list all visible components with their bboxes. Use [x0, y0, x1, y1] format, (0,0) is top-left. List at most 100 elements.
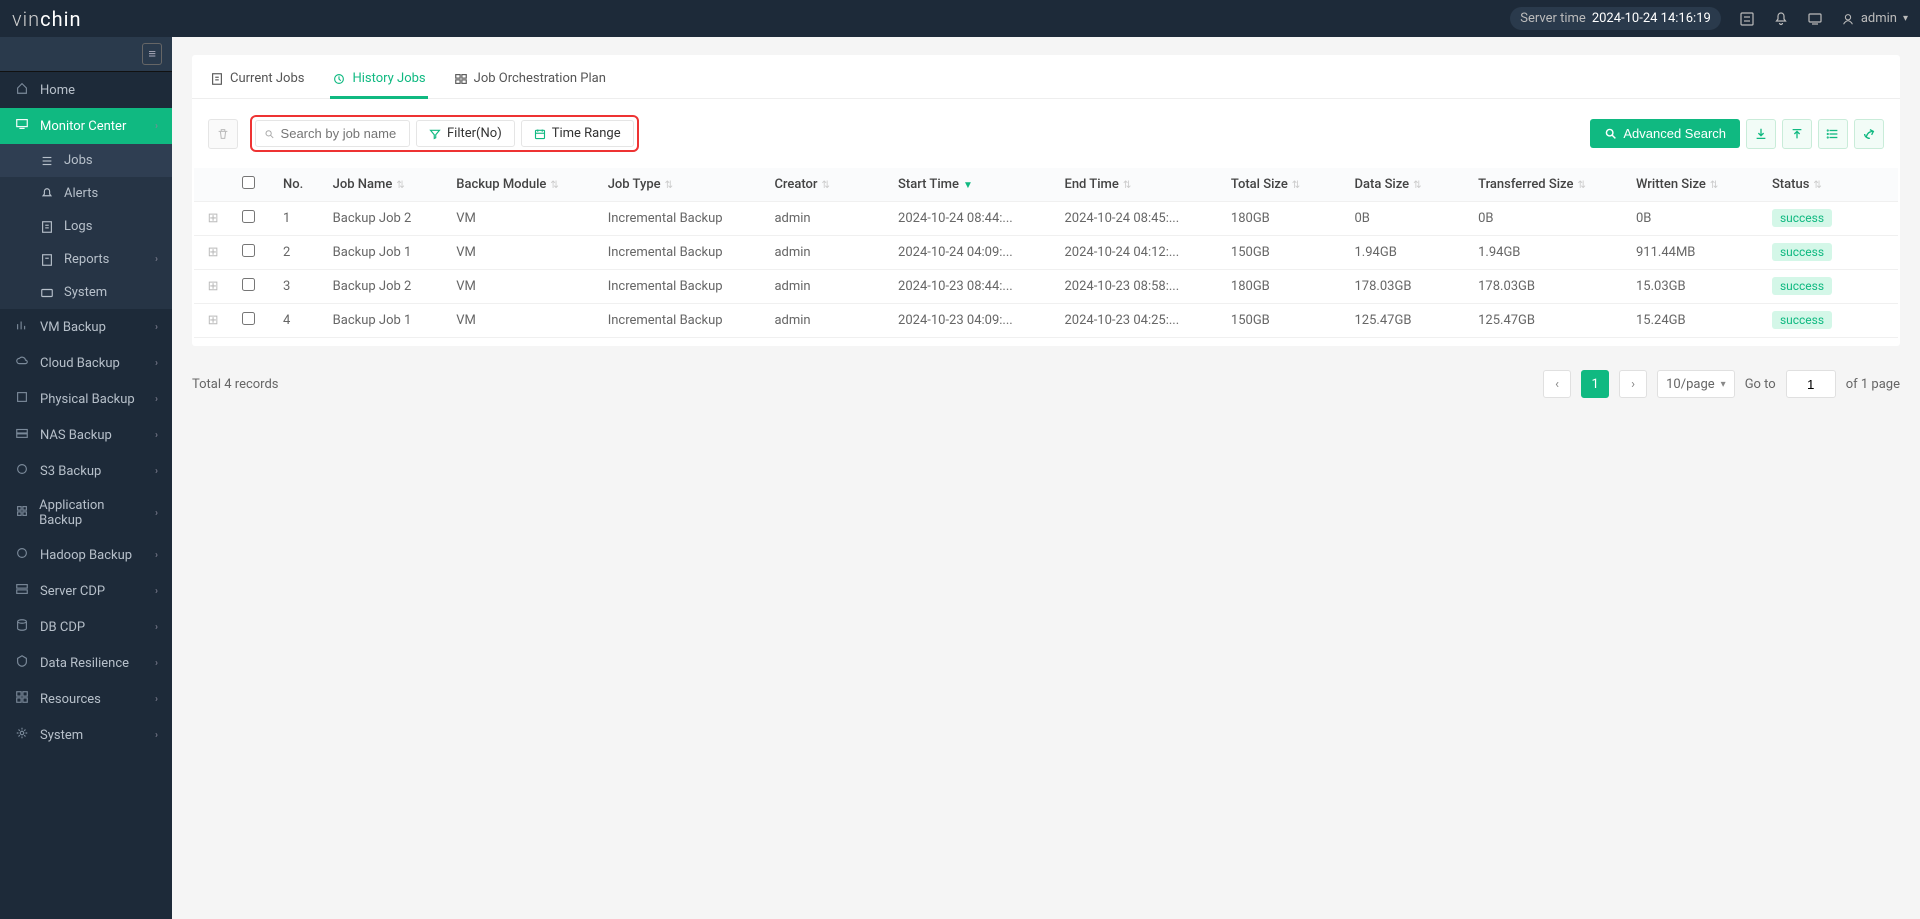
- header-end-time[interactable]: End Time⇅: [1054, 168, 1220, 202]
- collapse-button[interactable]: [1782, 119, 1812, 149]
- select-all-checkbox[interactable]: [242, 176, 255, 189]
- cell-start-time: 2024-10-23 08:44:...: [888, 270, 1054, 304]
- sidebar-item-application-backup[interactable]: Application Backup›: [0, 489, 172, 537]
- cell-total-size: 180GB: [1221, 270, 1345, 304]
- main-content: Current Jobs History Jobs Job Orchestratio…: [172, 37, 1920, 919]
- filter-label: Filter(No): [447, 126, 502, 141]
- collapse-icon: [1790, 127, 1804, 141]
- cell-start-time: 2024-10-24 08:44:...: [888, 202, 1054, 236]
- list-icon: [40, 154, 54, 168]
- user-menu[interactable]: admin ▾: [1841, 11, 1908, 26]
- sidebar-item-monitor-center[interactable]: Monitor Center›: [0, 108, 172, 144]
- cell-status: success: [1762, 304, 1898, 338]
- chevron-icon: ›: [155, 694, 158, 705]
- sidebar-item-reports[interactable]: Reports ›: [0, 243, 172, 276]
- trash-icon: [216, 127, 230, 141]
- cell-backup-module: VM: [446, 304, 597, 338]
- search-input[interactable]: [281, 126, 401, 141]
- screen-icon[interactable]: [1807, 11, 1823, 27]
- sidebar-item-label: Server CDP: [40, 584, 105, 599]
- cell-written-size: 0B: [1626, 202, 1762, 236]
- cell-transferred-size: 0B: [1468, 202, 1626, 236]
- row-checkbox[interactable]: [242, 210, 255, 223]
- download-button[interactable]: [1746, 119, 1776, 149]
- row-checkbox[interactable]: [242, 278, 255, 291]
- header-data-size[interactable]: Data Size⇅: [1345, 168, 1469, 202]
- tab-history-jobs[interactable]: History Jobs: [330, 67, 427, 98]
- sidebar-item-physical-backup[interactable]: Physical Backup›: [0, 381, 172, 417]
- table-row: ⊞ 1 Backup Job 2 VM Incremental Backup a…: [194, 202, 1898, 236]
- sidebar-item-label: VM Backup: [40, 320, 106, 335]
- sidebar-item-cloud-backup[interactable]: Cloud Backup›: [0, 345, 172, 381]
- header-job-type[interactable]: Job Type⇅: [598, 168, 765, 202]
- sidebar-item-data-resilience[interactable]: Data Resilience›: [0, 645, 172, 681]
- sort-icon: ⇅: [1710, 180, 1718, 191]
- header-written-size[interactable]: Written Size⇅: [1626, 168, 1762, 202]
- prev-page-button[interactable]: ‹: [1543, 370, 1571, 398]
- header-status[interactable]: Status⇅: [1762, 168, 1898, 202]
- table-row: ⊞ 3 Backup Job 2 VM Incremental Backup a…: [194, 270, 1898, 304]
- sidebar-item-home[interactable]: Home: [0, 72, 172, 108]
- sort-icon: ⇅: [396, 180, 404, 191]
- export-button[interactable]: [1854, 119, 1884, 149]
- tab-current-jobs[interactable]: Current Jobs: [208, 67, 306, 98]
- app-icon: [14, 504, 29, 522]
- expand-button[interactable]: ⊞: [194, 202, 232, 236]
- page-1-button[interactable]: 1: [1581, 370, 1609, 398]
- resilience-icon: [14, 654, 30, 672]
- sidebar-item-logs[interactable]: Logs: [0, 210, 172, 243]
- sidebar-item-label: DB CDP: [40, 620, 85, 635]
- sidebar-item-vm-backup[interactable]: VM Backup›: [0, 309, 172, 345]
- header-job-name[interactable]: Job Name⇅: [323, 168, 447, 202]
- sidebar-item-jobs[interactable]: Jobs: [0, 144, 172, 177]
- cell-job-name: Backup Job 2: [323, 202, 447, 236]
- sidebar-item-db-cdp[interactable]: DB CDP›: [0, 609, 172, 645]
- delete-button[interactable]: [208, 119, 238, 149]
- bell-icon[interactable]: [1773, 11, 1789, 27]
- page-size-select[interactable]: 10/page ▾: [1657, 370, 1735, 398]
- sort-icon: ⇅: [1413, 180, 1421, 191]
- tab-job-orchestration-plan[interactable]: Job Orchestration Plan: [452, 67, 608, 98]
- row-checkbox[interactable]: [242, 312, 255, 325]
- header-backup-module[interactable]: Backup Module⇅: [446, 168, 597, 202]
- advanced-search-label: Advanced Search: [1623, 126, 1726, 141]
- sidebar-item-hadoop-backup[interactable]: Hadoop Backup›: [0, 537, 172, 573]
- sidebar-item-label: Monitor Center: [40, 119, 126, 134]
- header-creator[interactable]: Creator⇅: [764, 168, 888, 202]
- filter-button[interactable]: Filter(No): [416, 120, 515, 147]
- expand-button[interactable]: ⊞: [194, 270, 232, 304]
- sidebar-item-s3-backup[interactable]: S3 Backup›: [0, 453, 172, 489]
- sidebar-item-alerts[interactable]: Alerts: [0, 177, 172, 210]
- list-icon[interactable]: [1739, 11, 1755, 27]
- sidebar-item-label: Reports: [64, 252, 109, 267]
- sidebar-item-label: Resources: [40, 692, 101, 707]
- expand-button[interactable]: ⊞: [194, 236, 232, 270]
- sidebar-item-nas-backup[interactable]: NAS Backup›: [0, 417, 172, 453]
- cell-no: 2: [273, 236, 323, 270]
- chevron-icon: ›: [155, 466, 158, 477]
- sidebar-item-system[interactable]: System: [0, 276, 172, 309]
- header-transferred-size[interactable]: Transferred Size⇅: [1468, 168, 1626, 202]
- next-page-button[interactable]: ›: [1619, 370, 1647, 398]
- sidebar-item-system[interactable]: System›: [0, 717, 172, 753]
- header-total-size[interactable]: Total Size⇅: [1221, 168, 1345, 202]
- page-input[interactable]: [1786, 370, 1836, 398]
- cell-end-time: 2024-10-23 08:58:...: [1054, 270, 1220, 304]
- header-start-time[interactable]: Start Time▼: [888, 168, 1054, 202]
- expand-button[interactable]: ⊞: [194, 304, 232, 338]
- chevron-icon: ›: [155, 586, 158, 597]
- topbar: vinchin Server time 2024-10-24 14:16:19 …: [0, 0, 1920, 37]
- row-checkbox[interactable]: [242, 244, 255, 257]
- chevron-icon: ›: [155, 254, 158, 265]
- search-icon: [1604, 127, 1617, 140]
- advanced-search-button[interactable]: Advanced Search: [1590, 119, 1740, 148]
- sidebar-item-resources[interactable]: Resources ›: [0, 681, 172, 717]
- cell-total-size: 150GB: [1221, 236, 1345, 270]
- table-row: ⊞ 2 Backup Job 1 VM Incremental Backup a…: [194, 236, 1898, 270]
- sidebar-toggle[interactable]: ≡: [0, 37, 172, 72]
- chevron-icon: ›: [155, 430, 158, 441]
- columns-button[interactable]: [1818, 119, 1848, 149]
- physical-icon: [14, 390, 30, 408]
- sidebar-item-server-cdp[interactable]: Server CDP ›: [0, 573, 172, 609]
- time-range-button[interactable]: Time Range: [521, 120, 634, 147]
